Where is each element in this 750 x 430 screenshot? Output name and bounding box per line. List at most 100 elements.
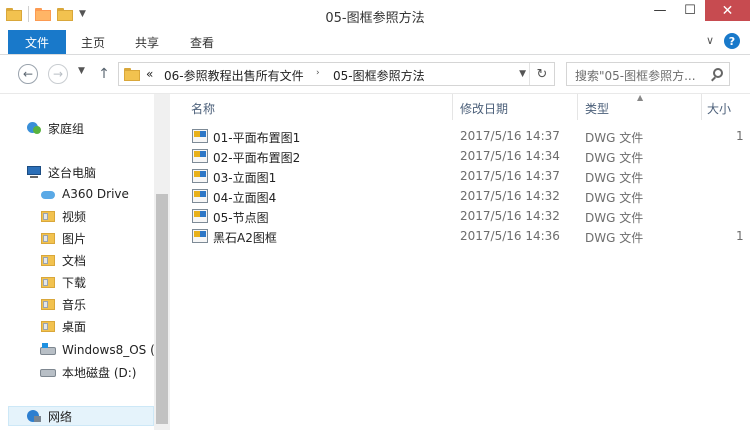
window-title: 05-图框参照方法: [325, 11, 425, 26]
dwg-file-icon: [192, 209, 208, 223]
file-row[interactable]: 03-立面图1 2017/5/16 14:37 DWG 文件: [172, 166, 750, 186]
title-bar: ▼ 05-图框参照方法 — ☐ ✕: [0, 0, 750, 30]
column-modified[interactable]: 修改日期: [460, 100, 508, 117]
maximize-button[interactable]: ☐: [677, 0, 703, 21]
sidebar-item-pictures[interactable]: 图片: [40, 228, 86, 248]
breadcrumb-item[interactable]: 06-参照教程出售所有文件: [164, 67, 304, 84]
file-name: 03-立面图1: [213, 171, 277, 185]
sidebar-item-label: 下载: [62, 275, 87, 290]
file-row[interactable]: 02-平面布置图2 2017/5/16 14:34 DWG 文件: [172, 146, 750, 166]
sidebar-item-desktop[interactable]: 桌面: [40, 316, 86, 336]
dwg-file-icon: [192, 129, 208, 143]
file-row[interactable]: 黑石A2图框 2017/5/16 14:36 DWG 文件 1: [172, 226, 750, 246]
quick-access-toolbar: ▼: [6, 6, 86, 22]
sidebar-item-label: 家庭组: [48, 121, 85, 136]
homegroup-icon: [26, 121, 42, 135]
up-button[interactable]: ↑: [94, 64, 114, 84]
minimize-button[interactable]: —: [647, 0, 673, 21]
column-type[interactable]: 类型: [585, 100, 609, 117]
column-divider[interactable]: [701, 94, 702, 120]
refresh-button[interactable]: ↻: [529, 63, 554, 85]
sidebar-item-label: 网络: [48, 409, 73, 424]
file-modified: 2017/5/16 14:36: [460, 229, 560, 243]
file-row[interactable]: 01-平面布置图1 2017/5/16 14:37 DWG 文件 1: [172, 126, 750, 146]
search-icon[interactable]: [713, 68, 723, 78]
dwg-file-icon: [192, 149, 208, 163]
ribbon: 文件 主页 共享 查看 ∨ ?: [0, 30, 750, 55]
sidebar-item-label: 音乐: [62, 297, 87, 312]
column-divider[interactable]: [577, 94, 578, 120]
properties-icon[interactable]: [35, 7, 51, 21]
new-folder-icon[interactable]: [57, 7, 73, 21]
tab-file[interactable]: 文件: [8, 30, 66, 54]
dwg-file-icon: [192, 169, 208, 183]
music-folder-icon: [40, 297, 56, 311]
file-name: 04-立面图4: [213, 191, 277, 205]
file-row[interactable]: 04-立面图4 2017/5/16 14:32 DWG 文件: [172, 186, 750, 206]
sidebar-item-label: 本地磁盘 (D:): [62, 365, 137, 380]
expand-ribbon-chevron-icon[interactable]: ∨: [706, 34, 714, 47]
tab-share[interactable]: 共享: [135, 30, 159, 54]
sidebar-item-label: 图片: [62, 231, 87, 246]
column-name[interactable]: 名称: [191, 100, 215, 117]
file-size: 1: [736, 129, 744, 143]
sidebar-item-label: 文档: [62, 253, 87, 268]
close-button[interactable]: ✕: [705, 0, 750, 21]
sidebar-item-a360-drive[interactable]: A360 Drive: [40, 184, 129, 204]
breadcrumb-chevron-icon[interactable]: ›: [316, 68, 320, 78]
breadcrumb-item[interactable]: 05-图框参照方法: [333, 67, 425, 84]
scrollbar-thumb[interactable]: [156, 194, 168, 424]
breadcrumb-overflow[interactable]: «: [146, 67, 153, 81]
cloud-drive-icon: [40, 187, 56, 201]
customize-toolbar-chevron-icon[interactable]: ▼: [79, 9, 86, 19]
file-type: DWG 文件: [585, 211, 644, 225]
sidebar-item-label: 桌面: [62, 319, 87, 334]
pictures-folder-icon: [40, 231, 56, 245]
sidebar-item-network[interactable]: 网络: [26, 406, 72, 426]
file-modified: 2017/5/16 14:37: [460, 129, 560, 143]
file-modified: 2017/5/16 14:32: [460, 189, 560, 203]
sidebar-item-windows-drive[interactable]: Windows8_OS (: [40, 340, 155, 360]
column-size[interactable]: 大小: [707, 100, 731, 117]
computer-icon: [26, 165, 42, 179]
documents-folder-icon: [40, 253, 56, 267]
forward-button[interactable]: →: [48, 64, 68, 84]
sidebar-item-label: 这台电脑: [48, 165, 97, 180]
file-type: DWG 文件: [585, 171, 644, 185]
address-bar[interactable]: « 06-参照教程出售所有文件 › 05-图框参照方法 ▼ ↻: [118, 62, 555, 86]
file-name: 05-节点图: [213, 211, 269, 225]
sidebar-item-downloads[interactable]: 下载: [40, 272, 86, 292]
sidebar-item-videos[interactable]: 视频: [40, 206, 86, 226]
sidebar-item-local-disk[interactable]: 本地磁盘 (D:): [40, 362, 136, 382]
search-input[interactable]: 搜索"05-图框参照方...: [566, 62, 730, 86]
tab-view[interactable]: 查看: [190, 30, 214, 54]
network-icon: [26, 409, 42, 423]
sidebar-item-this-pc[interactable]: 这台电脑: [26, 162, 96, 182]
sidebar-item-label: 视频: [62, 209, 87, 224]
sidebar-item-homegroup[interactable]: 家庭组: [26, 118, 84, 138]
file-name: 01-平面布置图1: [213, 131, 301, 145]
back-button[interactable]: ←: [18, 64, 38, 84]
sidebar-scrollbar[interactable]: [154, 94, 170, 430]
divider: [28, 6, 29, 22]
local-disk-icon: [40, 365, 56, 379]
sidebar-item-music[interactable]: 音乐: [40, 294, 86, 314]
file-modified: 2017/5/16 14:37: [460, 169, 560, 183]
file-type: DWG 文件: [585, 131, 644, 145]
folder-icon: [6, 7, 22, 21]
file-row[interactable]: 05-节点图 2017/5/16 14:32 DWG 文件: [172, 206, 750, 226]
help-icon[interactable]: ?: [724, 33, 740, 49]
navigation-pane: 家庭组 这台电脑 A360 Drive 视频 图片 文档 下载 音乐 桌面 Wi…: [0, 94, 170, 430]
windows-drive-icon: [40, 343, 56, 357]
file-type: DWG 文件: [585, 191, 644, 205]
file-modified: 2017/5/16 14:32: [460, 209, 560, 223]
column-divider[interactable]: [452, 94, 453, 120]
address-history-chevron-icon[interactable]: ▼: [519, 69, 526, 79]
folder-icon: [124, 68, 140, 81]
tab-home[interactable]: 主页: [81, 30, 105, 54]
file-modified: 2017/5/16 14:34: [460, 149, 560, 163]
file-name: 黑石A2图框: [213, 231, 277, 245]
file-name: 02-平面布置图2: [213, 151, 301, 165]
recent-locations-chevron-icon[interactable]: ▼: [78, 66, 85, 76]
sidebar-item-documents[interactable]: 文档: [40, 250, 86, 270]
